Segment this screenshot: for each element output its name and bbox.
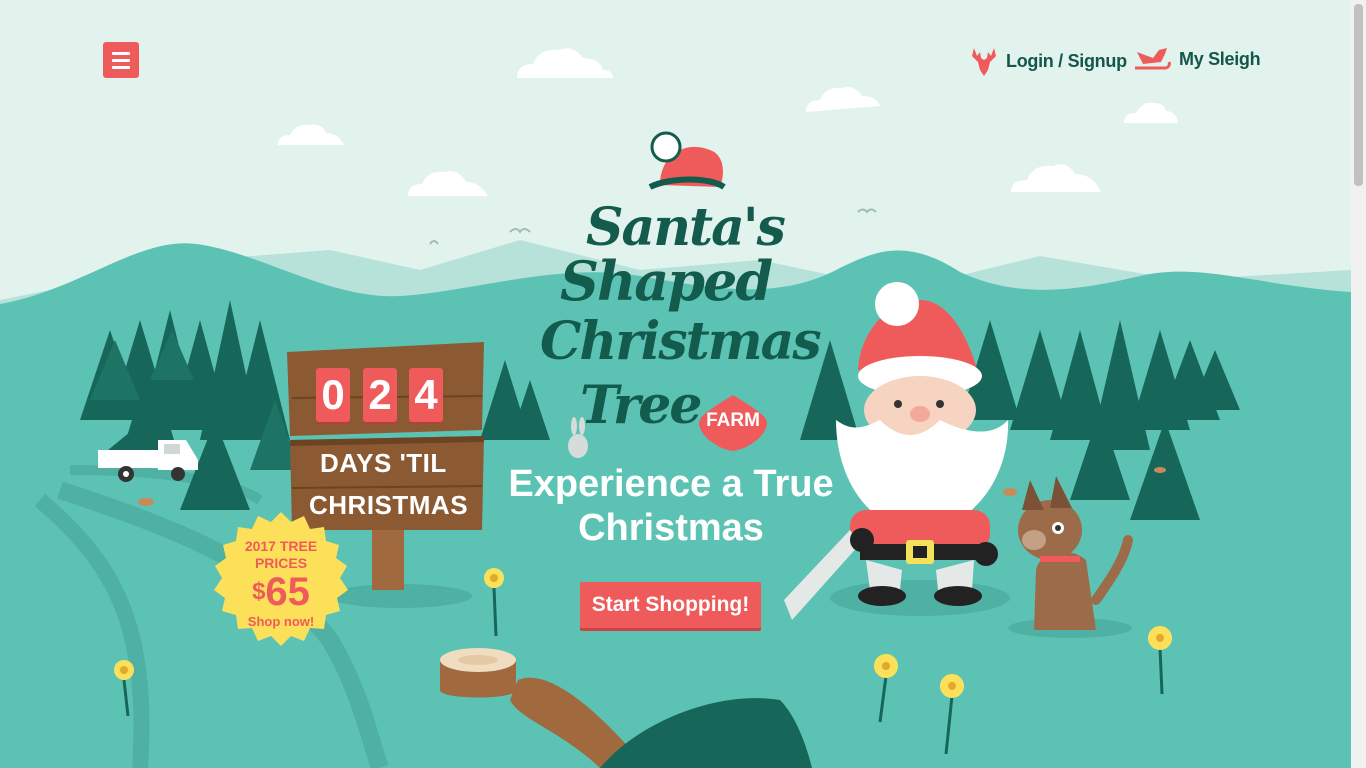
countdown-digit: 2 (363, 368, 397, 422)
vertical-scrollbar[interactable] (1351, 0, 1366, 768)
tree-price-badge[interactable]: 2017 TREE PRICES $65 Shop now! (212, 512, 350, 650)
login-signup-label: Login / Signup (1006, 50, 1127, 71)
headline-line-2: Christmas (578, 507, 764, 549)
scrollbar-thumb[interactable] (1354, 4, 1363, 186)
hamburger-icon-bar (112, 51, 130, 55)
farm-badge-label: FARM (706, 410, 760, 431)
sleigh-icon (1135, 48, 1171, 70)
shop-now-link[interactable]: Shop now! (212, 614, 350, 629)
logo-word-shaped: Shaped (560, 249, 773, 313)
my-sleigh-label: My Sleigh (1179, 48, 1261, 69)
price-badge-line-1: 2017 TREE (244, 538, 318, 554)
price-badge-amount: $65 (212, 570, 350, 614)
hamburger-icon-bar (112, 65, 130, 69)
countdown-digit: 0 (316, 368, 350, 422)
menu-button[interactable] (103, 42, 139, 78)
price-value: 65 (265, 570, 310, 614)
hero-headline: Experience a True Christmas (500, 462, 842, 550)
reindeer-icon (972, 48, 996, 76)
logo-word-christmas: Christmas (540, 311, 822, 372)
headline-line-1: Experience a True (508, 463, 834, 505)
login-signup-link[interactable]: Login / Signup (970, 46, 1127, 76)
countdown-label-line-1: DAYS 'TIL (320, 448, 447, 478)
my-sleigh-link[interactable]: My Sleigh (1133, 46, 1261, 72)
start-shopping-button[interactable]: Start Shopping! (580, 582, 761, 628)
logo-word-tree: Tree (580, 375, 702, 436)
hamburger-icon-bar (112, 58, 130, 62)
price-currency: $ (252, 578, 266, 605)
santa-hat-icon (648, 131, 726, 190)
hero-scene: Santa's Shaped Christmas Tree FARM Exper… (0, 0, 1351, 768)
site-logo: Santa's Shaped Christmas Tree (530, 125, 822, 455)
price-badge-line-2: PRICES (254, 555, 308, 571)
farm-badge: FARM (699, 393, 767, 453)
countdown-digit: 4 (409, 368, 443, 422)
